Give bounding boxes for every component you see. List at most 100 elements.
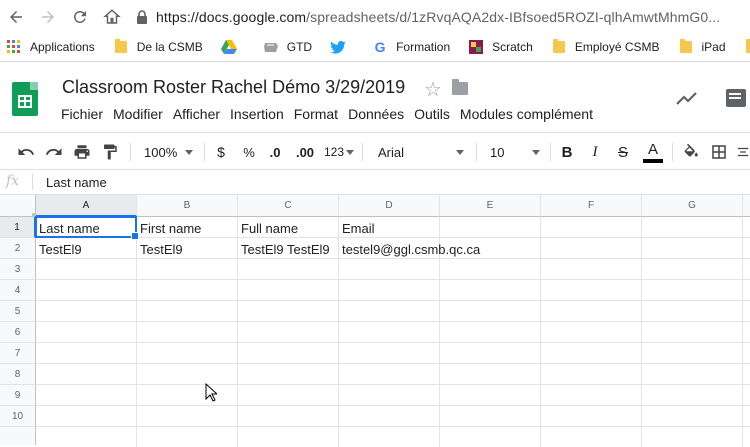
- italic-button[interactable]: I: [586, 133, 604, 171]
- print-button[interactable]: [70, 133, 94, 171]
- select-all-corner[interactable]: [0, 195, 36, 217]
- more-formats-label: 123: [323, 145, 345, 159]
- row-header-5[interactable]: 5: [0, 301, 36, 322]
- active-cell-selection[interactable]: [35, 216, 139, 240]
- percent-format-button[interactable]: %: [240, 133, 258, 171]
- trending-up-icon[interactable]: [676, 90, 698, 106]
- star-icon[interactable]: ☆: [424, 77, 442, 102]
- chevron-down-icon: [346, 149, 355, 155]
- chevron-down-icon: [532, 149, 540, 155]
- bookmark-label: Applications: [30, 40, 95, 54]
- scratch-icon: [468, 39, 484, 55]
- folder-icon: [113, 39, 129, 55]
- formula-input[interactable]: Last name: [46, 175, 107, 190]
- spreadsheet-grid: A B C D E F G 1 2 3 4 5 6 7 8 9 10 Last …: [0, 195, 750, 447]
- reload-button[interactable]: [64, 0, 96, 33]
- column-header-d[interactable]: D: [339, 195, 440, 217]
- cell-b1[interactable]: First name: [137, 218, 238, 239]
- menu-outils[interactable]: Outils: [414, 106, 450, 122]
- row-header-3[interactable]: 3: [0, 259, 36, 280]
- bookmark-employe-csmb[interactable]: Employé CSMB: [551, 39, 660, 55]
- bookmark-formation[interactable]: G Formation: [372, 39, 450, 55]
- row-header-10[interactable]: 10: [0, 406, 36, 427]
- column-header-a[interactable]: A: [36, 195, 137, 217]
- arrow-right-icon: [42, 10, 54, 23]
- cell-a2[interactable]: TestEl9: [36, 239, 137, 260]
- formula-separator: [32, 174, 33, 190]
- folder-icon: [744, 39, 750, 55]
- comment-icon[interactable]: [726, 89, 746, 107]
- column-header-b[interactable]: B: [137, 195, 238, 217]
- row-header-11[interactable]: [0, 427, 36, 445]
- row-header-8[interactable]: 8: [0, 364, 36, 385]
- menu-insertion[interactable]: Insertion: [230, 106, 284, 122]
- merge-cells-button[interactable]: [736, 133, 750, 171]
- bold-button[interactable]: B: [558, 133, 576, 171]
- row-header-6[interactable]: 6: [0, 322, 36, 343]
- fx-icon: fx: [6, 173, 20, 189]
- cell-d2[interactable]: testel9@ggl.csmb.qc.ca: [339, 239, 499, 260]
- currency-format-button[interactable]: $: [212, 133, 230, 171]
- row-header-9[interactable]: 9: [0, 385, 36, 406]
- font-size-select[interactable]: 10: [484, 133, 544, 171]
- grid-line: [36, 279, 750, 280]
- font-family-select[interactable]: Arial: [372, 133, 470, 171]
- strikethrough-button[interactable]: S: [614, 133, 632, 171]
- bookmark-folder-more[interactable]: [744, 39, 750, 55]
- row-header-1[interactable]: 1: [0, 217, 36, 238]
- toolbar-separator: [550, 143, 551, 161]
- menu-donnees[interactable]: Données: [348, 106, 404, 122]
- fill-color-button[interactable]: [680, 133, 702, 171]
- bookmark-gtd[interactable]: GTD: [263, 39, 312, 55]
- column-header-c[interactable]: C: [238, 195, 339, 217]
- row-header-2[interactable]: 2: [0, 238, 36, 259]
- bookmark-applications[interactable]: Applications: [6, 39, 95, 55]
- decrease-decimals-button[interactable]: .0: [264, 133, 286, 171]
- formatting-toolbar: 100% $ % .0 .00 123 Arial 10 B I S A: [0, 132, 750, 170]
- grid-line: [36, 342, 750, 343]
- cell-c2[interactable]: TestEl9 TestEl9: [238, 239, 339, 260]
- menu-modifier[interactable]: Modifier: [113, 106, 163, 122]
- menu-fichier[interactable]: Fichier: [61, 106, 103, 122]
- borders-button[interactable]: [708, 133, 730, 171]
- grid-line: [36, 426, 750, 427]
- menu-format[interactable]: Format: [294, 106, 338, 122]
- redo-button[interactable]: [42, 133, 66, 171]
- undo-button[interactable]: [14, 133, 38, 171]
- bookmark-ipad[interactable]: iPad: [678, 39, 726, 55]
- column-header-f[interactable]: F: [541, 195, 642, 217]
- text-color-button[interactable]: A: [642, 133, 664, 171]
- font-size-value: 10: [490, 144, 505, 160]
- back-button[interactable]: [0, 0, 32, 33]
- cell-c1[interactable]: Full name: [238, 218, 339, 239]
- move-folder-icon[interactable]: [452, 79, 468, 95]
- bookmark-twitter[interactable]: [330, 39, 354, 55]
- menu-afficher[interactable]: Afficher: [173, 106, 220, 122]
- zoom-select[interactable]: 100%: [138, 133, 196, 171]
- cell-d1[interactable]: Email: [339, 218, 440, 239]
- paint-format-button[interactable]: [98, 133, 122, 171]
- home-button[interactable]: [96, 0, 128, 33]
- sheets-logo-icon[interactable]: [12, 82, 38, 116]
- bookmark-de-la-csmb[interactable]: De la CSMB: [113, 39, 203, 55]
- column-header-g[interactable]: G: [642, 195, 743, 217]
- more-formats-button[interactable]: 123: [322, 133, 356, 171]
- grid-line: [540, 217, 541, 447]
- increase-decimals-button[interactable]: .00: [292, 133, 318, 171]
- address-bar[interactable]: https://docs.google.com/spreadsheets/d/1…: [136, 4, 750, 30]
- forward-button[interactable]: [32, 0, 64, 33]
- cell-b2[interactable]: TestEl9: [137, 239, 238, 260]
- column-header-h[interactable]: [743, 195, 750, 217]
- bookmarks-bar: Applications De la CSMB GTD G Formation …: [0, 33, 750, 62]
- bookmark-google-drive[interactable]: [220, 39, 245, 55]
- reload-icon: [73, 10, 86, 23]
- bookmark-scratch[interactable]: Scratch: [468, 39, 533, 55]
- home-icon: [103, 8, 121, 24]
- row-header-7[interactable]: 7: [0, 343, 36, 364]
- document-title[interactable]: Classroom Roster Rachel Démo 3/29/2019: [62, 77, 405, 98]
- column-header-e[interactable]: E: [440, 195, 541, 217]
- lock-icon: [137, 10, 147, 24]
- bookmark-label: Formation: [396, 40, 451, 54]
- menu-modules[interactable]: Modules complément: [460, 106, 593, 122]
- row-header-4[interactable]: 4: [0, 280, 36, 301]
